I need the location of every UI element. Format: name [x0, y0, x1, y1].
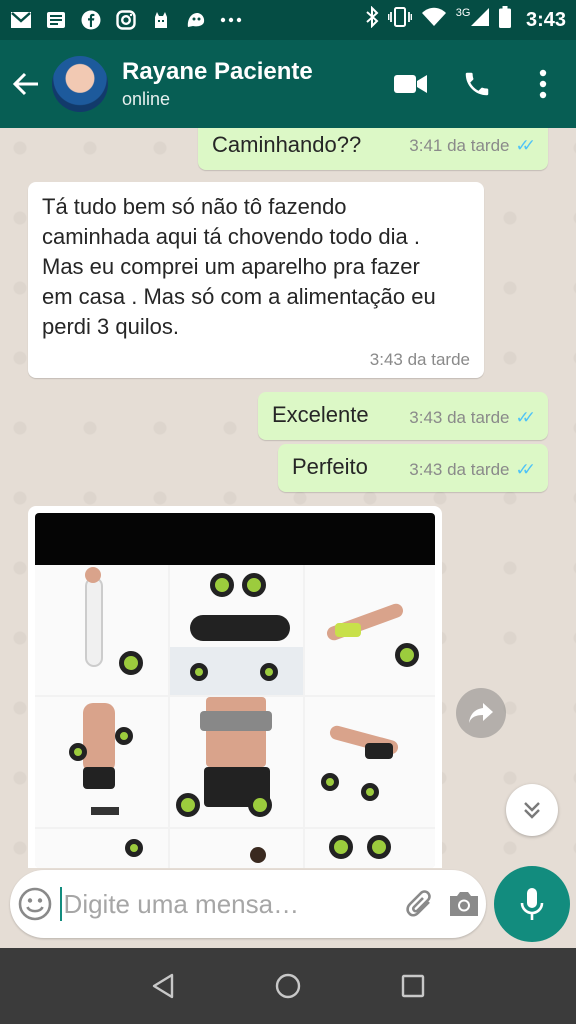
battery-icon: [498, 6, 511, 34]
message-text: Caminhando??: [212, 132, 362, 157]
message-time: 3:43 da tarde: [409, 408, 510, 427]
camera-button[interactable]: [442, 870, 486, 938]
system-navigation-bar: [0, 948, 576, 1024]
collage-photo: [170, 565, 303, 695]
square-recents-icon: [402, 974, 425, 998]
scroll-to-bottom-button[interactable]: [506, 784, 558, 836]
news-icon: [45, 10, 67, 30]
contact-status: online: [122, 89, 171, 109]
attach-button[interactable]: [399, 870, 443, 938]
message-outgoing[interactable]: Perfeito 3:43 da tarde ✓✓: [278, 444, 548, 492]
message-list[interactable]: Caminhando?? 3:41 da tarde ✓✓ Tá tudo be…: [0, 128, 576, 868]
voice-call-button[interactable]: [444, 40, 510, 128]
network-type: 3G: [455, 7, 471, 19]
collage-photo: [305, 829, 435, 868]
composer: [10, 870, 486, 938]
bluetooth-icon: [365, 5, 379, 34]
camera-icon: [450, 892, 479, 916]
shared-image[interactable]: [35, 513, 435, 868]
message-outgoing[interactable]: Caminhando?? 3:41 da tarde ✓✓: [198, 128, 548, 170]
chat-header: Rayane Paciente online: [0, 40, 576, 128]
bot-icon: [185, 10, 207, 30]
message-text: Excelente: [272, 402, 369, 427]
double-chevron-down-icon: [524, 802, 540, 819]
collage-photo: [305, 697, 435, 827]
back-button[interactable]: [0, 40, 52, 128]
nav-back-button[interactable]: [139, 962, 187, 1010]
contact-info[interactable]: Rayane Paciente online: [122, 57, 378, 111]
message-text: Perfeito: [292, 454, 368, 479]
voice-message-button[interactable]: [494, 866, 570, 942]
more-vertical-icon: [539, 69, 547, 99]
clock: 3:43: [525, 8, 566, 31]
signal-icon: 3G: [456, 7, 490, 33]
emoji-icon: [18, 887, 52, 921]
circle-home-icon: [275, 973, 301, 999]
image-caption-bar: [35, 513, 435, 565]
message-time: 3:43 da tarde: [409, 460, 510, 479]
video-call-button[interactable]: [378, 40, 444, 128]
contact-name: Rayane Paciente: [122, 58, 313, 85]
arrow-left-icon: [12, 72, 38, 96]
vibrate-icon: [387, 7, 413, 33]
phone-icon: [465, 72, 489, 96]
wifi-icon: [421, 7, 447, 33]
nav-recents-button[interactable]: [389, 962, 437, 1010]
message-input[interactable]: [61, 888, 399, 920]
read-receipt-icon: ✓✓: [515, 408, 536, 427]
message-time: 3:43 da tarde: [369, 350, 470, 369]
collage-photo: [35, 565, 168, 695]
status-bar: 3G 3:43: [0, 0, 576, 40]
collage-photo: [35, 697, 168, 827]
cat-icon: [150, 10, 172, 30]
read-receipt-icon: ✓✓: [515, 136, 536, 155]
menu-button[interactable]: [510, 40, 576, 128]
message-text: Tá tudo bem só não tô fazendo caminhada …: [42, 194, 436, 339]
contact-avatar[interactable]: [52, 56, 108, 112]
instagram-icon: [115, 10, 137, 30]
product-collage: [35, 565, 435, 868]
gmail-icon: [10, 10, 32, 30]
read-receipt-icon: ✓✓: [515, 460, 536, 479]
emoji-button[interactable]: [10, 870, 60, 938]
more-dots-icon: [220, 10, 242, 30]
triangle-back-icon: [152, 973, 173, 999]
message-time: 3:41 da tarde: [409, 136, 510, 155]
forward-button[interactable]: [456, 688, 506, 738]
collage-photo: [170, 829, 303, 868]
video-camera-icon: [394, 75, 427, 93]
nav-home-button[interactable]: [264, 962, 312, 1010]
collage-photo: [170, 697, 303, 827]
message-incoming-image[interactable]: [28, 506, 442, 868]
facebook-icon: [80, 10, 102, 30]
microphone-icon: [520, 888, 544, 920]
collage-photo: [35, 829, 168, 868]
message-outgoing[interactable]: Excelente 3:43 da tarde ✓✓: [258, 392, 548, 440]
paperclip-icon: [406, 890, 432, 917]
forward-arrow-icon: [469, 703, 493, 723]
message-incoming[interactable]: Tá tudo bem só não tô fazendo caminhada …: [28, 182, 484, 378]
collage-photo: [305, 565, 435, 695]
